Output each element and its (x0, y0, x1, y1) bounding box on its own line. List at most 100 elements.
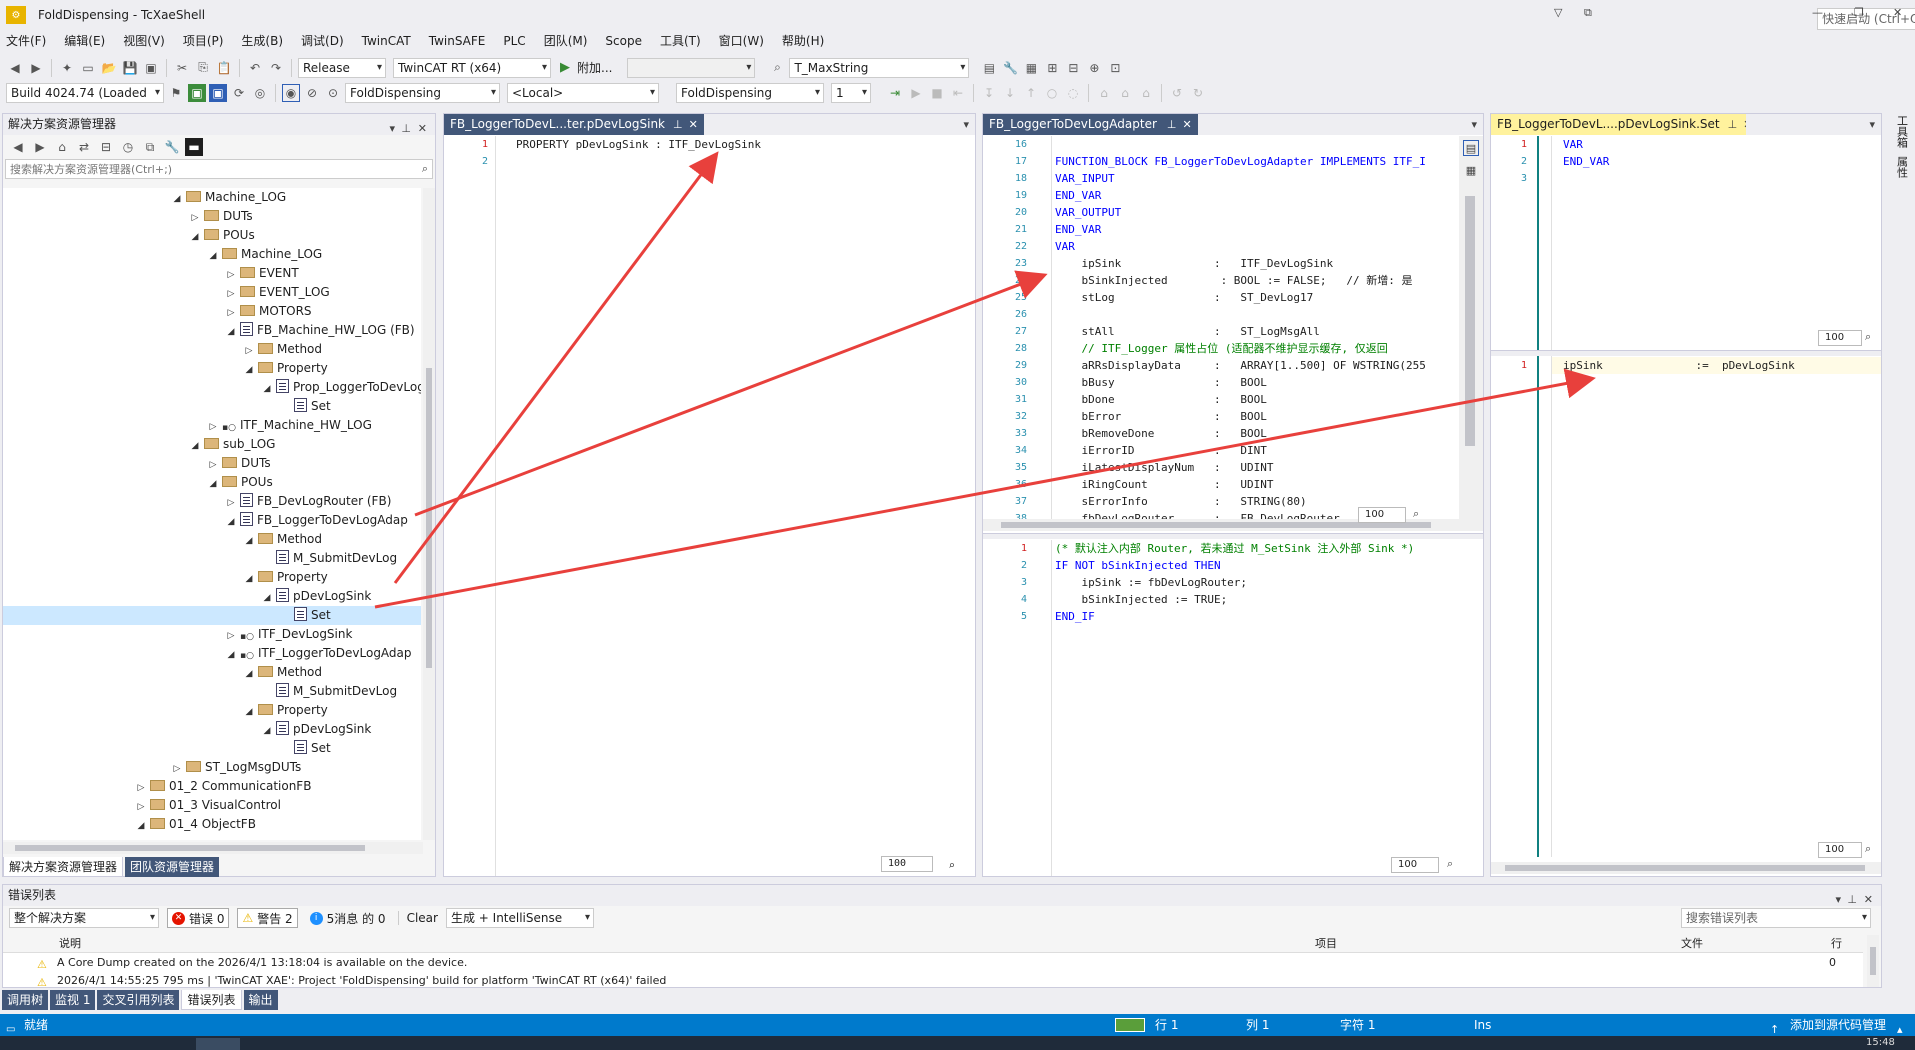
collapse-all-icon[interactable]: ⊟ (97, 138, 115, 156)
write-icon[interactable]: ⌂ (1137, 84, 1155, 102)
error-search[interactable]: 搜索错误列表 (1681, 908, 1871, 928)
feedback-icon[interactable]: ⧉ (1584, 6, 1592, 20)
step-into-icon[interactable]: ↓ (1001, 84, 1019, 102)
zoom-level[interactable]: 100 (1391, 857, 1439, 873)
rail-properties[interactable]: 属性 (1894, 156, 1910, 178)
editor3-hscroll[interactable] (1491, 862, 1881, 874)
zoom-icon[interactable]: ⌕ (1447, 857, 1453, 871)
expanded-arrow-icon[interactable]: ◢ (135, 817, 147, 836)
decl-vscroll-thumb[interactable] (1465, 196, 1475, 446)
editor3-tab[interactable]: FB_LoggerToDevL....pDevLogSink.Set ⊥ ✕ (1491, 114, 1746, 135)
close-panel-icon[interactable]: ✕ (1864, 889, 1873, 910)
tree-item[interactable]: ▷ ▪○ ITF_Machine_HW_LOG (3, 416, 421, 435)
solution-search-box[interactable]: 搜索解决方案资源管理器(Ctrl+;) ⌕ (5, 159, 433, 179)
show-all-icon[interactable]: ⧉ (141, 138, 159, 156)
play-icon[interactable]: ▶ (560, 60, 570, 75)
breakpoint-icon[interactable]: ○ (1043, 84, 1061, 102)
menu-window[interactable]: 窗口(W) (710, 30, 773, 52)
tree-vscroll-thumb[interactable] (426, 368, 432, 668)
forward-icon[interactable]: ▶ (27, 59, 45, 77)
dropdown-icon[interactable]: ▾ (389, 118, 395, 139)
zoom-level[interactable]: 100 (1818, 842, 1862, 858)
toolbox-icon[interactable]: ▦ (1022, 59, 1040, 77)
options-icon[interactable]: ⊡ (1106, 59, 1124, 77)
pin-icon[interactable]: ⊥ (401, 118, 411, 139)
platform-select[interactable]: TwinCAT RT (x64) (393, 57, 551, 78)
editor2-implementation[interactable]: 1 2 3 4 5 (* 默认注入内部 Router, 若未通过 M_SetSink 注入… (983, 540, 1483, 876)
editor1-body[interactable]: 1 2 PROPERTY pDevLogSink : ITF_DevLogSin… (444, 136, 975, 876)
reset-cold-icon[interactable]: ↻ (1189, 84, 1207, 102)
tree-item[interactable]: ◢ Machine_LOG (3, 245, 421, 264)
filter-icon[interactable]: ▽ (1554, 6, 1562, 19)
col-project[interactable]: 项目 (1315, 935, 1337, 953)
logout-icon[interactable]: ⇤ (949, 84, 967, 102)
class-view-icon[interactable]: ⊞ (1043, 59, 1061, 77)
zoom-icon[interactable]: ⌕ (1413, 507, 1419, 521)
force-icon[interactable]: ⌂ (1116, 84, 1134, 102)
tree-item[interactable]: ◢ Method (3, 663, 421, 682)
type-select[interactable]: T_MaxString (789, 57, 970, 78)
start-icon[interactable]: ▶ (907, 84, 925, 102)
menu-tools[interactable]: 工具(T) (651, 30, 710, 52)
step-out-icon[interactable]: ↑ (1022, 84, 1040, 102)
zoom-icon[interactable]: ⌕ (948, 859, 955, 872)
minimize-icon[interactable]: — (1812, 6, 1823, 19)
tree-item[interactable]: ◢ Machine_LOG (3, 188, 421, 207)
target-icon[interactable]: ◉ (282, 83, 300, 102)
search-icon[interactable]: ⌕ (422, 162, 428, 176)
editor3-splitter[interactable] (1491, 350, 1881, 356)
tree-item[interactable]: ◢ Property (3, 359, 421, 378)
editor1-tab[interactable]: FB_LoggerToDevL...ter.pDevLogSink ⊥ ✕ (444, 114, 704, 135)
menu-twincat[interactable]: TwinCAT (353, 30, 420, 52)
pin-icon[interactable]: ⊥ (1847, 889, 1857, 910)
zoom-level[interactable]: 100 (881, 856, 933, 872)
tab-overflow-icon[interactable]: ▾ (1471, 118, 1477, 131)
menu-build[interactable]: 生成(B) (232, 30, 292, 52)
source-select[interactable]: 生成 + IntelliSense (445, 908, 594, 928)
tab-close-icon[interactable]: ✕ (689, 114, 698, 135)
tree-item[interactable]: Set (3, 739, 421, 758)
table-row[interactable]: ⚠ 2026/4/1 14:55:25 795 ms | 'TwinCAT XA… (3, 972, 1863, 987)
tree-item[interactable]: ▷ EVENT_LOG (3, 283, 421, 302)
object-browser-icon[interactable]: ⊟ (1064, 59, 1082, 77)
build-select[interactable]: Build 4024.74 (Loaded (6, 82, 164, 103)
properties-icon[interactable]: 🔧 (163, 138, 181, 156)
tab-pin-icon[interactable]: ⊥ (1728, 114, 1738, 135)
tab-error-list[interactable]: 错误列表 (181, 990, 242, 1010)
tree-item[interactable]: ◢ POUs (3, 226, 421, 245)
stop-icon[interactable]: ■ (928, 84, 946, 102)
menu-project[interactable]: 项目(P) (174, 30, 233, 52)
activate-config-icon[interactable]: ⚑ (167, 84, 185, 102)
history-icon[interactable]: ◷ (119, 138, 137, 156)
menu-plc[interactable]: PLC (494, 30, 534, 52)
editor3-hscroll-thumb[interactable] (1505, 865, 1865, 871)
cut-icon[interactable]: ✂ (173, 59, 191, 77)
home-icon[interactable]: ⌂ (53, 138, 71, 156)
tab-overflow-icon[interactable]: ▾ (963, 118, 969, 131)
login-icon[interactable]: ⇥ (886, 84, 904, 102)
wrench-icon[interactable]: 🔧 (1001, 59, 1019, 77)
editor3-implementation[interactable]: 1 ipSink := pDevLogSink (1491, 357, 1881, 857)
redo-icon[interactable]: ↷ (267, 59, 285, 77)
tree-item[interactable]: ▷ ST_LogMsgDUTs (3, 758, 421, 777)
maximize-icon[interactable]: ❐ (1854, 6, 1864, 19)
find-icon[interactable]: ⌕ (768, 59, 786, 77)
callstack-icon[interactable]: ⌂ (1095, 84, 1113, 102)
tab-watch-1[interactable]: 监视 1 (50, 990, 96, 1010)
messages-filter[interactable]: i 5消息 的 0 (306, 908, 390, 928)
tree-item[interactable]: M_SubmitDevLog (3, 682, 421, 701)
new-project-icon[interactable]: ✦ (58, 59, 76, 77)
back-icon[interactable]: ◀ (6, 59, 24, 77)
add-to-source-control[interactable]: 添加到源代码管理 (1790, 1014, 1886, 1036)
tree-item[interactable]: ◢ Prop_LoggerToDevLog (3, 378, 421, 397)
col-file[interactable]: 文件 (1681, 935, 1703, 953)
editor2-declaration[interactable]: 16 17 18 19 20 21 22 23 24 25 26 27 28 29 30 31 32 33 34 35… (983, 136, 1459, 531)
save-icon[interactable]: 💾 (121, 59, 139, 77)
tab-cross-reference[interactable]: 交叉引用列表 (97, 990, 180, 1010)
save-all-icon[interactable]: ▣ (142, 59, 160, 77)
scan-icon[interactable]: ◎ (251, 84, 269, 102)
tree-item[interactable]: ◢ sub_LOG (3, 435, 421, 454)
error-vscroll-thumb[interactable] (1870, 947, 1876, 975)
tree-item[interactable]: ◢ ▪○ ITF_LoggerToDevLogAdap (3, 644, 421, 663)
add-item-icon[interactable]: ▭ (79, 59, 97, 77)
